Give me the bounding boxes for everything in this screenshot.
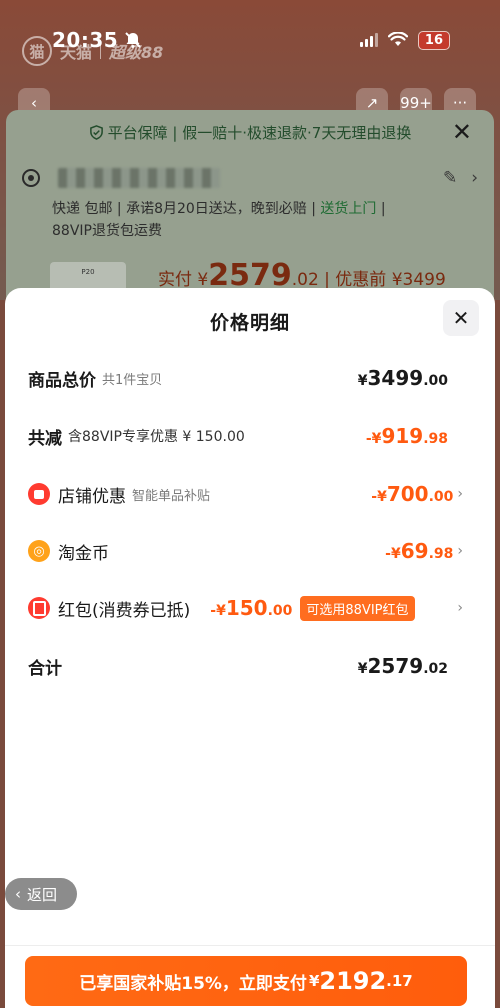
sheet-title: 价格明细 bbox=[209, 312, 290, 334]
guarantee-text: 平台保障 | 假一赔十·极速退款·7天无理由退换 bbox=[107, 124, 412, 142]
wifi-icon bbox=[387, 32, 408, 46]
coin-icon: ◎ bbox=[28, 540, 50, 562]
back-label: 返回 bbox=[27, 885, 58, 904]
pay-prefix: 已享国家补贴15%，立即支付 bbox=[79, 973, 307, 994]
pay-amount-int: 2192 bbox=[319, 967, 387, 995]
row-amount: ¥2579.02 bbox=[357, 654, 448, 678]
close-icon: ✕ bbox=[452, 306, 470, 330]
divider bbox=[5, 945, 495, 946]
row-sub: 智能单品补贴 bbox=[132, 488, 211, 504]
address-row: ✎ › bbox=[22, 168, 478, 188]
chevron-right-icon: › bbox=[471, 168, 478, 188]
row-red-packet[interactable]: 红包(消费券已抵) -¥ 150.00 可选用88VIP红包 › bbox=[28, 593, 463, 623]
shield-icon bbox=[89, 125, 103, 140]
row-amount: -¥ 919.98 bbox=[365, 424, 448, 448]
row-label: 合计 bbox=[28, 658, 62, 679]
tmall-logo: 猫 bbox=[22, 36, 52, 66]
battery-indicator: 16 bbox=[417, 30, 450, 50]
row-sub: 含88VIP专享优惠 ¥ 150.00 bbox=[68, 429, 245, 445]
row-coins[interactable]: ◎ 淘金币 -¥ 69.98 › bbox=[28, 536, 463, 566]
row-label: 店铺优惠 bbox=[58, 486, 126, 507]
close-button[interactable]: ✕ bbox=[443, 300, 479, 336]
row-label: 商品总价 bbox=[28, 370, 96, 391]
row-sub: 共1件宝贝 bbox=[102, 372, 163, 388]
chevron-right-icon: › bbox=[457, 543, 463, 559]
row-amount: -¥ 700.00 bbox=[371, 482, 454, 506]
row-label: 共减 bbox=[28, 428, 62, 449]
red-packet-icon bbox=[28, 597, 50, 619]
pay-amount-dec: .17 bbox=[386, 972, 413, 990]
return-info: 88VIP退货包运费 bbox=[52, 223, 162, 239]
delivery-info: 快递 包邮 | 承诺8月20日送达，晚到必赔 | 送货上门 | bbox=[52, 201, 386, 217]
row-shop-discount[interactable]: 店铺优惠 智能单品补贴 -¥ 700.00 › bbox=[28, 479, 463, 509]
row-amount: ¥3499.00 bbox=[357, 366, 448, 390]
brand-name: 天猫 bbox=[60, 43, 93, 62]
row-amount: -¥ 150.00 bbox=[210, 596, 293, 620]
pay-button[interactable]: 已享国家补贴15%，立即支付 ¥ 2192 .17 bbox=[25, 956, 467, 1006]
close-icon: ✕ bbox=[451, 118, 472, 146]
guarantee-banner: 平台保障 | 假一赔十·极速退款·7天无理由退换 bbox=[6, 122, 494, 143]
row-total-discount: 共减 含88VIP专享优惠 ¥ 150.00 -¥ 919.98 bbox=[28, 421, 448, 451]
background-order-card: 平台保障 | 假一赔十·极速退款·7天无理由退换 ✕ ✎ › 快递 包邮 | 承… bbox=[6, 110, 494, 310]
row-goods-total: 商品总价 共1件宝贝 ¥3499.00 bbox=[28, 363, 448, 393]
signal-icon bbox=[359, 33, 378, 47]
edit-icon: ✎ bbox=[442, 168, 458, 188]
chevron-right-icon: › bbox=[457, 486, 463, 502]
app-header: 猫 天猫 超级88 bbox=[22, 36, 163, 66]
back-button[interactable]: ‹ 返回 bbox=[5, 878, 77, 910]
divider bbox=[100, 43, 102, 59]
row-amount: -¥ 69.98 bbox=[385, 539, 454, 563]
blurred-address bbox=[58, 168, 220, 188]
shop-icon bbox=[28, 483, 50, 505]
row-label: 红包(消费券已抵) bbox=[58, 600, 191, 621]
chevron-right-icon: › bbox=[457, 600, 463, 616]
price-detail-sheet: 价格明细 ✕ 商品总价 共1件宝贝 ¥3499.00 共减 含88VIP专享优惠… bbox=[5, 288, 495, 1008]
vip-redpacket-pill[interactable]: 可选用88VIP红包 bbox=[300, 595, 415, 621]
row-sum: 合计 ¥2579.02 bbox=[28, 651, 448, 681]
campaign-tag: 超级88 bbox=[109, 43, 164, 62]
chevron-left-icon: ‹ bbox=[15, 885, 21, 903]
location-icon bbox=[22, 169, 40, 187]
row-label: 淘金币 bbox=[58, 543, 109, 564]
pay-currency: ¥ bbox=[308, 972, 320, 990]
